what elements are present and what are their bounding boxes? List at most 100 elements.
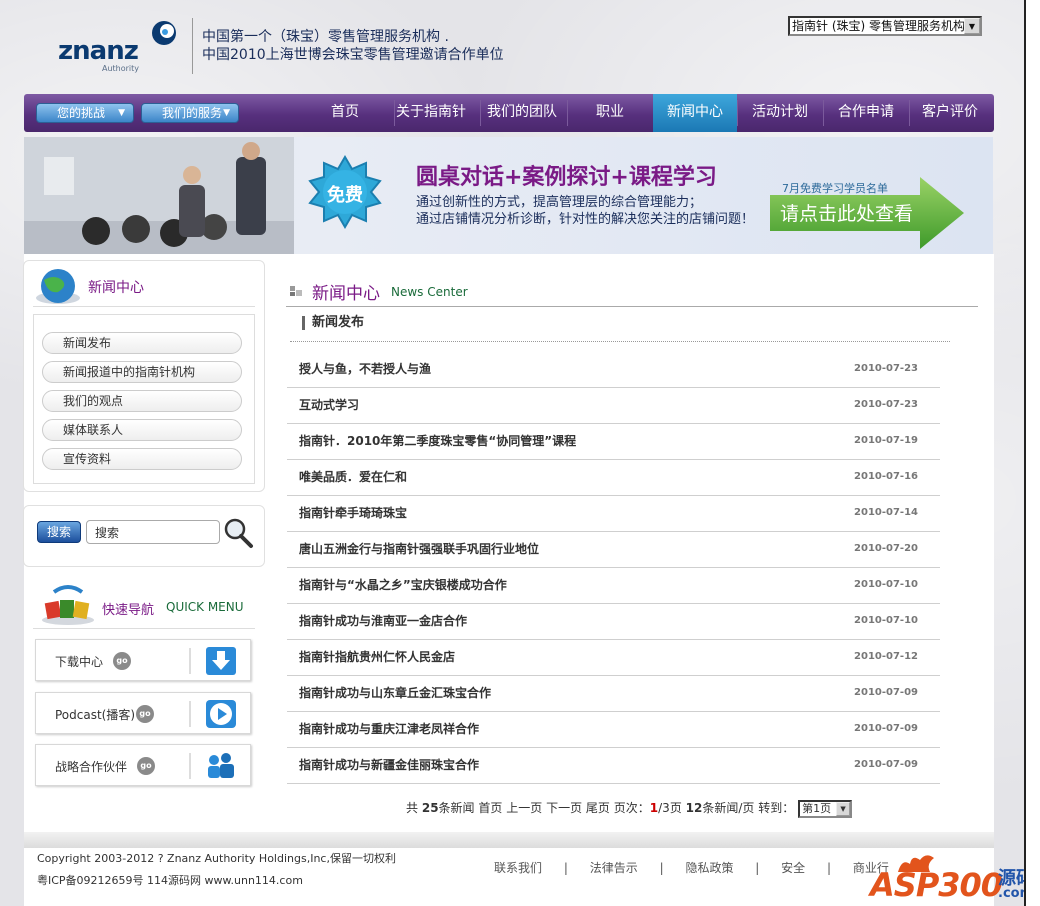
quick-menu-books-icon: [42, 585, 94, 625]
news-title-link[interactable]: 指南针．2010年第二季度珠宝零售“协同管理”课程: [299, 432, 576, 449]
banner-desc-line-2: 通过店铺情况分析诊断，针对性的解决您关注的店铺问题！: [416, 212, 755, 227]
free-badge-label: 免费: [327, 185, 363, 206]
pager-current: 1: [649, 801, 659, 815]
banner-headline: 圆桌对话+案例探讨+课程学习: [416, 165, 717, 190]
news-title-link[interactable]: 互动式学习: [299, 396, 359, 413]
nav-item-apply[interactable]: 合作申请: [823, 94, 909, 132]
news-row[interactable]: 指南针成功与新疆金佳丽珠宝合作 2010-07-09: [287, 748, 940, 784]
news-title-link[interactable]: 指南针成功与淮南亚一金店合作: [299, 612, 467, 629]
news-row[interactable]: 指南针成功与淮南亚一金店合作 2010-07-10: [287, 604, 940, 640]
sidebar-item-media-coverage[interactable]: 新闻报道中的指南针机构: [42, 361, 242, 383]
news-title-link[interactable]: 指南针成功与重庆江津老凤祥合作: [299, 720, 479, 737]
search-icon[interactable]: [222, 517, 254, 549]
news-date: 2010-07-09: [854, 723, 918, 734]
download-center-label: 下载中心: [55, 655, 104, 669]
sidebar-divider: [33, 306, 255, 307]
nav-item-careers[interactable]: 职业: [567, 94, 653, 132]
news-row[interactable]: 指南针成功与山东章丘金汇珠宝合作 2010-07-09: [287, 676, 940, 712]
quick-menu-divider: [33, 628, 255, 629]
chevron-down-icon: ▼: [223, 108, 230, 118]
pager-prev[interactable]: 上一页: [506, 801, 542, 815]
nav-item-home[interactable]: 首页: [312, 94, 378, 132]
news-title-link[interactable]: 指南针指航贵州仁怀人民金店: [299, 648, 455, 665]
footer-link-contact[interactable]: 联系我们: [494, 861, 542, 875]
search-input[interactable]: 搜索: [86, 520, 220, 544]
section-divider: [290, 341, 950, 342]
footer-link-sep: |: [827, 861, 832, 875]
services-dropdown[interactable]: 我们的服务 ▼: [141, 103, 239, 123]
nav-item-reviews[interactable]: 客户评价: [909, 94, 991, 132]
logo-subtitle: Authority: [102, 64, 140, 73]
title-divider: [286, 306, 978, 307]
challenge-dropdown[interactable]: 您的挑战 ▼: [36, 103, 134, 123]
news-title-link[interactable]: 唐山五洲金行与指南针强强联手巩固行业地位: [299, 540, 539, 557]
footer-link-privacy[interactable]: 隐私政策: [685, 861, 733, 875]
news-date: 2010-07-14: [854, 507, 918, 518]
watermark-logo: ASP300: [870, 866, 1003, 904]
news-row[interactable]: 指南针．2010年第二季度珠宝零售“协同管理”课程 2010-07-19: [287, 424, 940, 460]
nav-item-news[interactable]: 新闻中心: [653, 94, 737, 132]
news-row[interactable]: 互动式学习 2010-07-23: [287, 388, 940, 424]
news-date: 2010-07-16: [854, 471, 918, 482]
sidebar-item-news-release[interactable]: 新闻发布: [42, 332, 242, 354]
search-button[interactable]: 搜索: [37, 521, 81, 543]
news-date: 2010-07-20: [854, 543, 918, 554]
sidebar-item-our-views[interactable]: 我们的观点: [42, 390, 242, 412]
pager-last[interactable]: 尾页: [586, 801, 610, 815]
news-row[interactable]: 指南针成功与重庆江津老凤祥合作 2010-07-09: [287, 712, 940, 748]
news-title-link[interactable]: 指南针牵手琦琦珠宝: [299, 504, 407, 521]
footer-link-security[interactable]: 安全: [781, 861, 805, 875]
window-right-edge: [1024, 0, 1040, 906]
org-select[interactable]: 指南针 (珠宝) 零售管理服务机构 ▼: [788, 16, 982, 36]
news-row[interactable]: 唐山五洲金行与指南针强强联手巩固行业地位 2010-07-20: [287, 532, 940, 568]
banner-desc-line-1: 通过创新性的方式，提高管理层的综合管理能力；: [416, 195, 703, 210]
news-title-link[interactable]: 指南针成功与山东章丘金汇珠宝合作: [299, 684, 491, 701]
pager-goto: 转到：: [758, 801, 795, 815]
meeting-photo: [24, 137, 294, 254]
news-row[interactable]: 授人与鱼，不若授人与渔 2010-07-23: [287, 352, 940, 388]
promo-banner[interactable]: 免费 圆桌对话+案例探讨+课程学习 通过创新性的方式，提高管理层的综合管理能力；…: [24, 137, 993, 254]
news-row[interactable]: 指南针与“水晶之乡”宝庆银楼成功合作 2010-07-10: [287, 568, 940, 604]
footer-link-legal[interactable]: 法律告示: [590, 861, 638, 875]
news-date: 2010-07-09: [854, 759, 918, 770]
news-title-link[interactable]: 授人与鱼，不若授人与渔: [299, 360, 431, 377]
banner-cta[interactable]: 请点击此处查看: [780, 199, 913, 226]
nav-item-team[interactable]: 我们的团队: [480, 94, 564, 132]
nav-item-events[interactable]: 活动计划: [737, 94, 823, 132]
news-row[interactable]: 唯美品质．爱在仁和 2010-07-16: [287, 460, 940, 496]
sidebar-item-media-contact[interactable]: 媒体联系人: [42, 419, 242, 441]
pager-page-label: 页次：: [613, 801, 650, 815]
footer-link-sep: |: [563, 861, 568, 875]
header-divider: [192, 18, 193, 74]
quick-download-center[interactable]: 下载中心 go: [35, 639, 251, 681]
title-bullet-icon: [290, 286, 302, 296]
news-title-link[interactable]: 指南针与“水晶之乡”宝庆银楼成功合作: [299, 576, 507, 593]
logo-swirl-icon: [152, 21, 176, 45]
znanz-logo[interactable]: znanz Authority: [56, 16, 186, 76]
go-icon: go: [136, 705, 154, 723]
news-row[interactable]: 指南针牵手琦琦珠宝 2010-07-14: [287, 496, 940, 532]
services-dropdown-label: 我们的服务: [162, 106, 223, 120]
pager-first[interactable]: 首页: [478, 801, 502, 815]
quick-podcast[interactable]: Podcast(播客) go: [35, 692, 251, 734]
news-date: 2010-07-10: [854, 615, 918, 626]
quick-partners[interactable]: 战略合作伙伴 go: [35, 744, 251, 786]
partners-label: 战略合作伙伴: [55, 760, 128, 774]
news-title-link[interactable]: 指南针成功与新疆金佳丽珠宝合作: [299, 756, 479, 773]
news-title-link[interactable]: 唯美品质．爱在仁和: [299, 468, 407, 485]
sidebar-item-publicity[interactable]: 宣传资料: [42, 448, 242, 470]
pager-next[interactable]: 下一页: [546, 801, 582, 815]
globe-icon: [36, 269, 80, 304]
chevron-down-icon[interactable]: ▼: [964, 18, 980, 34]
news-row[interactable]: 指南针指航贵州仁怀人民金店 2010-07-12: [287, 640, 940, 676]
go-icon: go: [113, 652, 131, 670]
main-nav: 您的挑战 ▼ 我们的服务 ▼ 首页 关于指南针 我们的团队 职业 新闻中心 活动…: [24, 94, 994, 132]
pager-prefix: 共: [406, 801, 419, 815]
pager-per-page: 12: [685, 801, 703, 815]
nav-item-about[interactable]: 关于指南针: [394, 94, 468, 132]
page-select[interactable]: 第1页 ▼: [798, 799, 853, 818]
pager-pages: /3页: [658, 801, 682, 815]
tagline-line-1: 中国第一个（珠宝）零售管理服务机构 .: [202, 29, 449, 45]
section-heading: 新闻发布: [302, 316, 364, 330]
chevron-down-icon[interactable]: ▼: [836, 801, 851, 816]
